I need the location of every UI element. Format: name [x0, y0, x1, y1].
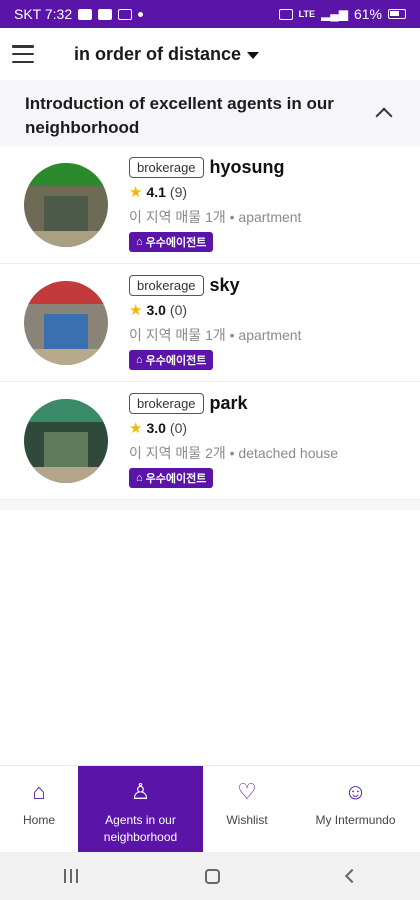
nav-my-intermundo[interactable]: ☺ My Intermundo	[291, 766, 420, 852]
excellent-agent-label: 우수에이전트	[145, 237, 207, 249]
review-count: (0)	[169, 302, 188, 318]
listing-info: 이 지역 매물 1개 • apartment	[129, 209, 302, 225]
star-icon: ★	[129, 184, 143, 201]
back-icon[interactable]	[344, 868, 359, 884]
house-icon: ⌂	[136, 354, 143, 366]
app-header: in order of distance	[0, 28, 420, 80]
agent-list: brokerage hyosung ★ 4.1 (9) 이 지역 매물 1개 •…	[0, 146, 420, 500]
brokerage-badge: brokerage	[129, 393, 204, 414]
review-count: (9)	[169, 184, 188, 200]
battery-icon	[388, 9, 406, 19]
hotspot-icon	[278, 8, 293, 20]
excellent-agent-label: 우수에이전트	[145, 473, 207, 485]
recent-apps-icon[interactable]	[63, 869, 78, 883]
excellent-agent-tag: ⌂ 우수에이전트	[129, 232, 214, 252]
home-button-icon[interactable]	[204, 868, 220, 884]
agent-card[interactable]: brokerage park ★ 3.0 (0) 이 지역 매물 2개 • de…	[0, 382, 420, 500]
nav-label: Home	[22, 813, 55, 827]
chevron-up-icon[interactable]	[375, 107, 393, 125]
battery-percent: 61%	[353, 6, 382, 22]
agent-name: hyosung	[209, 157, 285, 177]
youtube-icon	[98, 8, 113, 20]
heart-icon: ♡	[237, 779, 257, 804]
agent-card[interactable]: brokerage sky ★ 3.0 (0) 이 지역 매물 1개 • apa…	[0, 264, 420, 382]
menu-icon[interactable]	[12, 45, 34, 63]
rating-value: 4.1	[146, 184, 166, 200]
agent-card[interactable]: brokerage hyosung ★ 4.1 (9) 이 지역 매물 1개 •…	[0, 146, 420, 264]
status-bar: SKT 7:32 LTE ▂▄▆ 61%	[0, 0, 420, 28]
bottom-nav: ⌂ Home ♙ Agents in our neighborhood ♡ Wi…	[0, 765, 420, 852]
excellent-agent-label: 우수에이전트	[145, 355, 207, 367]
brokerage-badge: brokerage	[129, 275, 204, 296]
house-icon: ⌂	[136, 236, 143, 248]
agent-office-photo	[24, 398, 108, 483]
listing-info: 이 지역 매물 2개 • detached house	[129, 445, 339, 461]
nav-home[interactable]: ⌂ Home	[0, 766, 78, 852]
nav-label: Agents in our neighborhood	[103, 813, 178, 844]
sort-dropdown[interactable]: in order of distance	[74, 43, 260, 65]
agent-office-photo	[24, 162, 108, 247]
nav-label: My Intermundo	[315, 813, 396, 827]
agent-office-photo	[24, 280, 108, 365]
house-icon: ⌂	[136, 472, 143, 484]
star-icon: ★	[129, 302, 143, 319]
notification-dot-icon	[138, 11, 144, 17]
person-icon: ♙	[130, 779, 151, 804]
system-nav-bar	[0, 852, 420, 900]
mail-icon	[118, 8, 133, 20]
gallery-icon	[78, 8, 93, 20]
carrier-time: SKT 7:32	[14, 6, 73, 22]
agent-name: park	[209, 393, 248, 413]
review-count: (0)	[169, 420, 188, 436]
agents-section: Introduction of excellent agents in our …	[0, 80, 420, 510]
section-title: Introduction of excellent agents in our …	[25, 94, 334, 137]
brokerage-badge: brokerage	[129, 157, 204, 178]
nav-label: Wishlist	[226, 813, 268, 827]
nav-wishlist[interactable]: ♡ Wishlist	[203, 766, 291, 852]
signal-icon: ▂▄▆	[321, 7, 348, 21]
home-icon: ⌂	[32, 779, 46, 804]
sort-label: in order of distance	[74, 43, 242, 64]
star-icon: ★	[129, 420, 143, 437]
user-circle-icon: ☺	[344, 779, 367, 804]
caret-down-icon	[247, 51, 260, 59]
nav-agents[interactable]: ♙ Agents in our neighborhood	[78, 766, 203, 852]
excellent-agent-tag: ⌂ 우수에이전트	[129, 468, 214, 488]
section-header[interactable]: Introduction of excellent agents in our …	[0, 80, 420, 146]
network-type: LTE	[298, 9, 315, 19]
listing-info: 이 지역 매물 1개 • apartment	[129, 327, 302, 343]
rating-value: 3.0	[146, 420, 166, 436]
excellent-agent-tag: ⌂ 우수에이전트	[129, 350, 214, 370]
agent-name: sky	[209, 275, 240, 295]
rating-value: 3.0	[146, 302, 166, 318]
